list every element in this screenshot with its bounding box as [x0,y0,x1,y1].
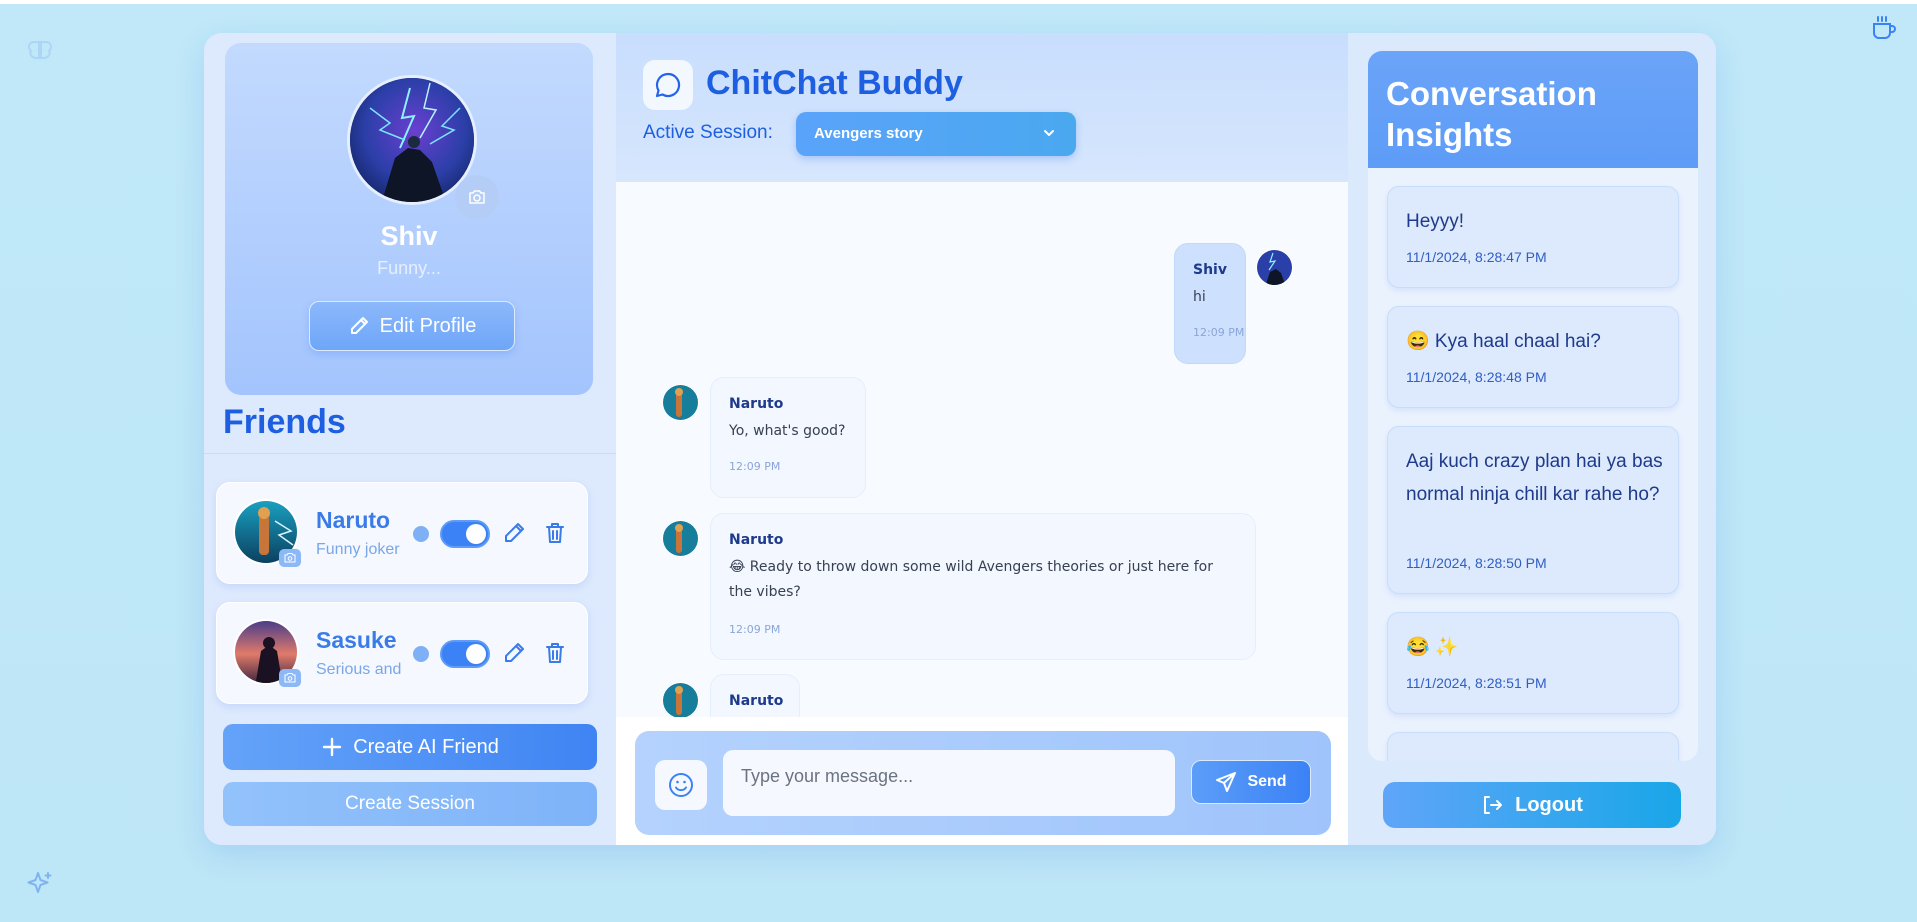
smile-icon [669,773,693,797]
insights-title: Conversation Insights [1386,75,1597,153]
plus-icon [322,737,342,757]
insight-time: 11/1/2024, 8:28:51 PM [1406,675,1547,691]
camera-icon [469,190,485,204]
top-strip [0,0,1917,4]
pencil-icon [350,317,368,334]
insights-sidebar: Conversation Insights Heyyy! 11/1/2024, … [1348,33,1716,845]
friend-active-toggle[interactable] [440,520,490,548]
insight-text: 😄 Kya haal chaal hai? [1406,331,1601,352]
friend-avatar-edit[interactable] [279,669,301,687]
message-text: 😂 Ready to throw down some wild Avengers… [729,559,1213,600]
edit-profile-label: Edit Profile [379,314,477,337]
insight-card: Heyyy! 11/1/2024, 8:28:47 PM [1387,186,1679,288]
create-session-button[interactable]: Create Session [223,782,597,826]
insight-text: Aaj kuch crazy plan hai ya bas normal ni… [1406,451,1663,505]
divider [204,453,616,454]
message-avatar [662,520,699,557]
message-text: hi [1193,289,1206,305]
chat-panel: ChitChat Buddy Active Session: Avengers … [616,33,1348,845]
active-session-label: Active Session: [643,122,773,143]
edit-profile-button[interactable]: Edit Profile [309,301,515,351]
message-avatar [662,384,699,421]
create-session-label: Create Session [345,793,475,814]
camera-icon [284,553,296,563]
insights-panel[interactable]: Conversation Insights Heyyy! 11/1/2024, … [1368,51,1698,761]
message-input[interactable] [723,750,1175,816]
send-label: Send [1247,773,1287,790]
profile-card: Shiv Funny... Edit Profile [225,43,593,395]
logout-label: Logout [1515,793,1583,816]
sparkles-icon [27,872,52,893]
app-title: ChitChat Buddy [706,64,963,102]
message-avatar [1256,249,1293,286]
friend-item-sasuke[interactable]: Sasuke Serious and [216,602,588,704]
insight-card: Aaj kuch crazy plan hai ya bas normal ni… [1387,426,1679,594]
chat-header: ChitChat Buddy Active Session: Avengers … [616,33,1348,182]
friend-name: Naruto [316,507,391,533]
insight-time: 11/1/2024, 8:28:50 PM [1406,555,1547,571]
insight-card: 😄 Kya haal chaal hai? 11/1/2024, 8:28:48… [1387,306,1679,408]
brain-icon [27,41,53,59]
insight-card: 😂 ✨ 11/1/2024, 8:28:51 PM [1387,612,1679,714]
chevron-down-icon [1044,130,1054,136]
create-ai-friend-label: Create AI Friend [353,735,499,758]
insights-header: Conversation Insights [1368,51,1698,168]
message-author: Naruto [729,532,784,548]
message-text: Yo, what's good? [729,423,846,439]
send-button[interactable]: Send [1191,760,1311,804]
insight-text: Heyyy! [1406,211,1465,232]
pencil-icon[interactable] [502,641,526,665]
friend-status-dot [413,526,429,542]
message-bubble-received: Naruto 😂 Ready to throw down some wild A… [710,513,1256,660]
insight-card [1387,732,1679,761]
camera-icon [284,673,296,683]
send-icon [1216,772,1237,792]
insight-time: 11/1/2024, 8:28:48 PM [1406,369,1547,385]
insight-time: 11/1/2024, 8:28:47 PM [1406,249,1547,265]
friend-name: Sasuke [316,627,397,653]
friend-status-dot [413,646,429,662]
profile-name: Shiv [380,221,438,251]
friends-heading: Friends [223,403,346,441]
coffee-icon[interactable] [1870,14,1898,42]
message-circle-icon [655,72,681,98]
trash-icon[interactable] [543,521,567,545]
pencil-icon[interactable] [502,521,526,545]
message-list[interactable]: Shiv hi 12:09 PM Naruto Yo, what's good?… [616,182,1348,717]
app-window: Shiv Funny... Edit Profile Friends Narut… [204,33,1716,845]
friend-item-naruto[interactable]: Naruto Funny joker [216,482,588,584]
insight-text: 😂 ✨ [1406,637,1459,658]
app-logo [643,60,693,110]
emoji-button[interactable] [655,760,707,810]
change-avatar-button[interactable] [455,175,499,219]
friend-description: Funny joker [316,541,400,558]
message-author: Naruto [729,693,784,709]
session-selected-value: Avengers story [814,125,923,142]
logout-button[interactable]: Logout [1383,782,1681,828]
friend-description: Serious and [316,661,402,678]
trash-icon[interactable] [543,641,567,665]
message-time: 12:09 PM [1193,326,1245,339]
message-avatar [662,682,699,717]
message-composer: Send [635,731,1331,835]
friend-avatar-edit[interactable] [279,549,301,567]
friend-active-toggle[interactable] [440,640,490,668]
left-sidebar: Shiv Funny... Edit Profile Friends Narut… [204,33,616,845]
profile-status: Funny... [377,258,441,278]
message-bubble-received: Naruto [710,674,800,717]
message-time: 12:09 PM [729,623,781,636]
create-ai-friend-button[interactable]: Create AI Friend [223,724,597,770]
logout-icon [1484,796,1503,814]
message-bubble-received: Naruto Yo, what's good? 12:09 PM [710,377,866,498]
message-time: 12:09 PM [729,460,781,473]
message-bubble-sent: Shiv hi 12:09 PM [1174,243,1246,364]
session-select[interactable]: Avengers story [796,112,1076,156]
message-author: Shiv [1193,262,1227,278]
message-author: Naruto [729,396,784,412]
